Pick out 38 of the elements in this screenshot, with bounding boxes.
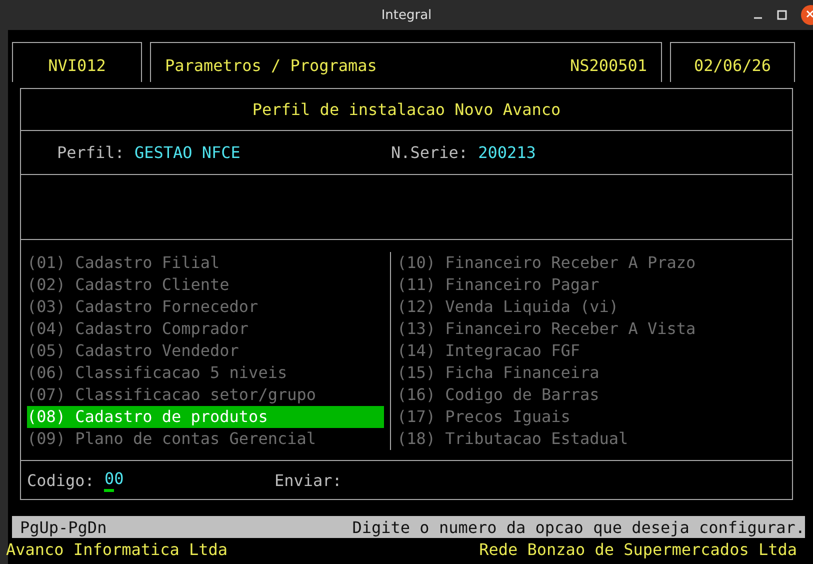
code-input-field[interactable]: 00 (104, 468, 124, 488)
screen-title: Parametros / Programas (165, 56, 377, 75)
menu-item[interactable]: (02) Cadastro Cliente (27, 274, 384, 296)
key-hint: PgUp-PgDn (20, 518, 107, 536)
date-text: 02/06/26 (694, 56, 772, 75)
menu-item[interactable]: (04) Cadastro Comprador (27, 318, 384, 340)
menu-item[interactable]: (09) Plano de contas Gerencial (27, 428, 384, 450)
form-title: Perfil de instalacao Novo Avanco (21, 89, 792, 131)
client-name: Rede Bonzao de Supermercados Ltda (479, 540, 797, 558)
window-title: Integral (381, 8, 432, 22)
send-label: Enviar: (274, 470, 342, 490)
field-label: N.Serie: (391, 143, 468, 162)
version-code: NS200501 (570, 56, 647, 75)
menu-item[interactable]: (14) Integracao FGF (397, 340, 786, 362)
field-label: Perfil: (57, 143, 124, 162)
menu-item[interactable]: (07) Classificacao setor/grupo (27, 384, 384, 406)
menu-item[interactable]: (16) Codigo de Barras (397, 384, 786, 406)
menu-item[interactable]: (15) Ficha Financeira (397, 362, 786, 384)
field-value: 200213 (478, 143, 536, 162)
menu-item[interactable]: (11) Financeiro Pagar (397, 274, 786, 296)
menu-item[interactable]: (17) Precos Iguais (397, 406, 786, 428)
company-name: Avanco Informatica Ltda (6, 540, 228, 558)
status-message: Digite o numero da opcao que deseja configurar. (352, 518, 805, 536)
menu-item[interactable]: (03) Cadastro Fornecedor (27, 296, 384, 318)
menu-item[interactable]: (12) Venda Liquida (vi) (397, 296, 786, 318)
menu-item[interactable]: (13) Financeiro Receber A Vista (397, 318, 786, 340)
code-label: Codigo: (27, 470, 94, 490)
menu-item[interactable]: (01) Cadastro Filial (27, 252, 384, 274)
program-code: NVI012 (48, 56, 106, 75)
field-value: GESTAO NFCE (134, 143, 240, 162)
menu-item[interactable]: (08) Cadastro de produtos (27, 406, 384, 428)
menu-item[interactable]: (18) Tributacao Estadual (397, 428, 786, 450)
maximize-icon[interactable] (777, 10, 787, 20)
menu-item[interactable]: (05) Cadastro Vendedor (27, 340, 384, 362)
menu-item[interactable]: (10) Financeiro Receber A Prazo (397, 252, 786, 274)
text-cursor (104, 488, 114, 492)
close-icon[interactable] (801, 5, 813, 25)
menu-item[interactable]: (06) Classificacao 5 niveis (27, 362, 384, 384)
